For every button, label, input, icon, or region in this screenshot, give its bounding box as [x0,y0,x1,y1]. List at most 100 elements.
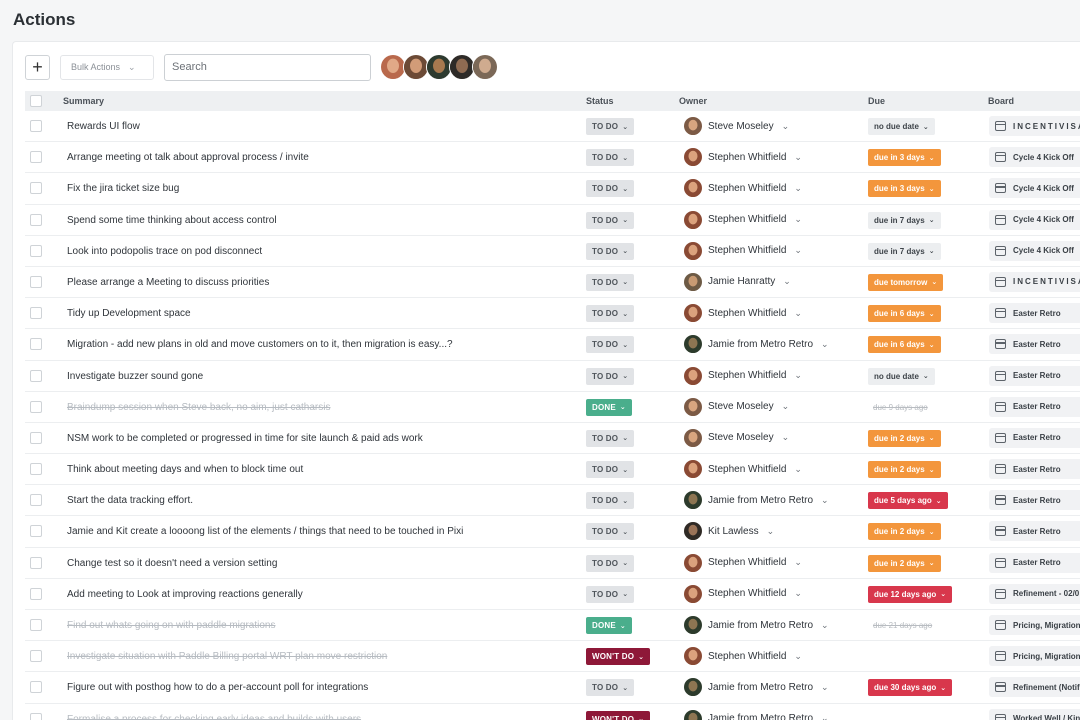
status-badge[interactable]: DONE ⌄ [586,617,632,634]
status-badge[interactable]: TO DO ⌄ [586,585,635,603]
due-date-badge[interactable]: due in 2 days ⌄ [868,461,941,479]
board-link[interactable]: Pricing, Migration [989,646,1080,667]
column-status[interactable]: Status [586,96,614,106]
row-summary[interactable]: NSM work to be completed or progressed i… [67,433,423,444]
owner-select[interactable]: Stephen Whitfield ⌄ [684,647,802,666]
due-date-badge[interactable]: due in 6 days ⌄ [868,305,941,323]
status-badge[interactable]: TO DO ⌄ [586,554,635,572]
status-badge[interactable]: TO DO ⌄ [586,461,635,479]
row-summary[interactable]: Find out whats going on with paddle migr… [67,620,275,631]
row-checkbox[interactable] [30,587,42,600]
row-summary[interactable]: Please arrange a Meeting to discuss prio… [67,277,269,288]
status-badge[interactable]: TO DO ⌄ [586,523,635,541]
board-link[interactable]: Cycle 4 Kick Off [989,178,1080,199]
table-row[interactable]: Migration - add new plans in old and mov… [25,329,1080,361]
due-date-badge[interactable]: due 21 days ago [868,617,938,634]
status-badge[interactable]: TO DO ⌄ [586,242,635,260]
status-badge[interactable]: TO DO ⌄ [586,149,635,167]
owner-select[interactable]: Steve Moseley ⌄ [684,117,789,135]
status-badge[interactable]: TO DO ⌄ [586,305,635,323]
owner-select[interactable]: Stephen Whitfield ⌄ [684,241,802,260]
row-checkbox[interactable] [30,120,42,132]
board-link[interactable]: Easter Retro [989,490,1080,511]
owner-select[interactable]: Jamie from Metro Retro ⌄ [684,335,829,354]
due-date-badge[interactable]: no due date ⌄ [868,367,935,385]
owner-select[interactable]: Stephen Whitfield ⌄ [684,179,802,198]
owner-select[interactable]: Jamie from Metro Retro ⌄ [684,709,829,720]
row-checkbox[interactable] [30,463,42,476]
column-due[interactable]: Due [868,96,885,106]
table-row[interactable]: Arrange meeting ot talk about approval p… [25,142,1080,174]
table-row[interactable]: Change test so it doesn't need a version… [25,548,1080,579]
due-date-badge[interactable]: no due date ⌄ [868,118,935,135]
row-checkbox[interactable] [30,650,42,663]
row-summary[interactable]: Fix the jira ticket size bug [67,183,179,194]
row-summary[interactable]: Think about meeting days and when to blo… [67,464,303,475]
row-checkbox[interactable] [30,213,42,226]
due-date-badge[interactable]: due in 2 days ⌄ [868,429,941,447]
board-link[interactable]: Easter Retro [989,303,1080,324]
bulk-actions-dropdown[interactable]: Bulk Actions ⌄ [60,54,154,80]
table-row[interactable]: Jamie and Kit create a loooong list of t… [25,516,1080,548]
status-badge[interactable]: TO DO ⌄ [586,367,635,385]
due-date-badge[interactable]: due 5 days ago ⌄ [868,492,948,510]
board-link[interactable]: Easter Retro [989,365,1080,386]
board-link[interactable]: Easter Retro [989,521,1080,542]
board-link[interactable]: INCENTIVISA [989,116,1080,136]
table-row[interactable]: Look into podopolis trace on pod disconn… [25,236,1080,267]
table-row[interactable]: NSM work to be completed or progressed i… [25,423,1080,455]
status-badge[interactable]: DONE ⌄ [586,398,632,416]
table-row[interactable]: Investigate situation with Paddle Billin… [25,641,1080,673]
table-row[interactable]: Please arrange a Meeting to discuss prio… [25,267,1080,299]
owner-select[interactable]: Stephen Whitfield ⌄ [684,304,802,323]
row-summary[interactable]: Migration - add new plans in old and mov… [67,339,453,350]
row-summary[interactable]: Formalise a process for checking early i… [67,714,361,720]
due-date-badge[interactable]: due in 7 days ⌄ [868,211,941,229]
column-owner[interactable]: Owner [679,96,707,106]
due-date-badge[interactable]: due in 7 days ⌄ [868,242,941,260]
row-summary[interactable]: Start the data tracking effort. [67,495,193,506]
owner-select[interactable]: Stephen Whitfield ⌄ [684,460,802,479]
board-link[interactable]: Refinement - 02/0 [989,583,1080,604]
table-row[interactable]: Rewards UI flow TO DO ⌄ Steve Moseley ⌄ no du… [25,111,1080,143]
status-badge[interactable]: TO DO ⌄ [586,211,635,229]
table-row[interactable]: Find out whats going on with paddle migr… [25,610,1080,642]
row-checkbox[interactable] [30,712,42,720]
row-checkbox[interactable] [30,275,42,288]
table-row[interactable]: Figure out with posthog how to do a per-… [25,672,1080,704]
board-link[interactable]: Cycle 4 Kick Off [989,209,1080,230]
row-checkbox[interactable] [30,369,42,382]
owner-select[interactable]: Steve Moseley ⌄ [684,397,789,416]
board-link[interactable]: Easter Retro [989,459,1080,480]
owner-select[interactable]: Stephen Whitfield ⌄ [684,366,802,385]
table-row[interactable]: Formalise a process for checking early i… [25,704,1080,720]
table-row[interactable]: Tidy up Development space TO DO ⌄ Stephen W… [25,298,1080,330]
row-summary[interactable]: Tidy up Development space [67,308,191,319]
row-checkbox[interactable] [30,494,42,507]
search-input[interactable] [164,53,371,81]
row-checkbox[interactable] [30,338,42,351]
owner-select[interactable]: Stephen Whitfield ⌄ [684,553,802,572]
owner-select[interactable]: Kit Lawless ⌄ [684,522,774,541]
table-row[interactable]: Start the data tracking effort. TO DO ⌄ Jam… [25,485,1080,517]
table-row[interactable]: Investigate buzzer sound gone TO DO ⌄ Steph… [25,361,1080,392]
owner-select[interactable]: Jamie from Metro Retro ⌄ [684,616,829,634]
row-checkbox[interactable] [30,182,42,195]
owner-select[interactable]: Jamie from Metro Retro ⌄ [684,678,829,697]
row-summary[interactable]: Look into podopolis trace on pod disconn… [67,246,262,257]
due-date-badge[interactable]: due in 3 days ⌄ [868,180,941,198]
row-summary[interactable]: Jamie and Kit create a loooong list of t… [67,526,463,537]
row-summary[interactable]: Investigate buzzer sound gone [67,371,203,382]
row-summary[interactable]: Investigate situation with Paddle Billin… [67,651,387,662]
row-summary[interactable]: Change test so it doesn't need a version… [67,558,277,569]
board-link[interactable]: Pricing, Migration [989,615,1080,635]
status-badge[interactable]: TO DO ⌄ [586,679,635,697]
owner-select[interactable]: Stephen Whitfield ⌄ [684,584,802,603]
column-board[interactable]: Board [988,96,1014,106]
table-row[interactable]: Fix the jira ticket size bug TO DO ⌄ Stephe… [25,173,1080,205]
board-link[interactable]: Cycle 4 Kick Off [989,147,1080,168]
due-date-badge[interactable]: due in 2 days ⌄ [868,523,941,541]
row-summary[interactable]: Braindump session when Steve back, no ai… [67,402,330,413]
board-link[interactable]: Easter Retro [989,427,1080,448]
row-checkbox[interactable] [30,400,42,413]
